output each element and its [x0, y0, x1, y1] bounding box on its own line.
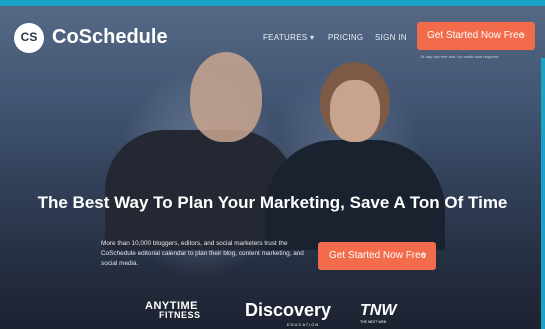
tnw-sub: THE NEXT WEB [360, 320, 387, 324]
nav-features-label: FEATURES [263, 33, 308, 42]
anytime-fitness-logo: ANYTIME FITNESS [145, 301, 201, 320]
right-edge-accent [541, 58, 545, 329]
discovery-education-logo: Discovery EDUCATION [245, 300, 332, 327]
anytime-fitness-line2: FITNESS [159, 310, 201, 320]
nav-features[interactable]: FEATURES ▾ [263, 33, 314, 42]
chevron-right-icon: › [521, 28, 525, 42]
hero-photo-man-head [190, 52, 262, 142]
top-nav: CS CoSchedule FEATURES ▾ PRICING SIGN IN… [0, 6, 545, 59]
discovery-name: Discovery [245, 300, 332, 320]
trial-note: 14-day risk free trial. No credit card r… [420, 54, 500, 59]
hero-subtext: More than 10,000 bloggers, editors, and … [101, 240, 304, 267]
hero-headline: The Best Way To Plan Your Marketing, Sav… [37, 193, 508, 212]
brand-name[interactable]: CoSchedule [52, 26, 168, 49]
get-started-label: Get Started Now Free [427, 30, 525, 41]
nav-pricing[interactable]: PRICING [328, 33, 363, 42]
hero-photo-woman-face [330, 80, 380, 142]
chevron-right-icon: › [422, 248, 426, 262]
tnw-name: TNW [360, 302, 397, 319]
discovery-sub: EDUCATION [287, 322, 320, 327]
logo-icon[interactable]: CS [14, 23, 44, 53]
tnw-logo: TNW THE NEXT WEB [360, 302, 396, 324]
get-started-button-hero[interactable]: Get Started Now Free › [318, 242, 436, 270]
logo-initials: CS [20, 30, 38, 44]
chevron-down-icon: ▾ [310, 33, 315, 42]
nav-sign-in[interactable]: SIGN IN [375, 33, 407, 42]
get-started-button-top[interactable]: Get Started Now Free › [417, 22, 535, 50]
get-started-label: Get Started Now Free [329, 250, 427, 261]
hero-section: CS CoSchedule FEATURES ▾ PRICING SIGN IN… [0, 0, 545, 329]
